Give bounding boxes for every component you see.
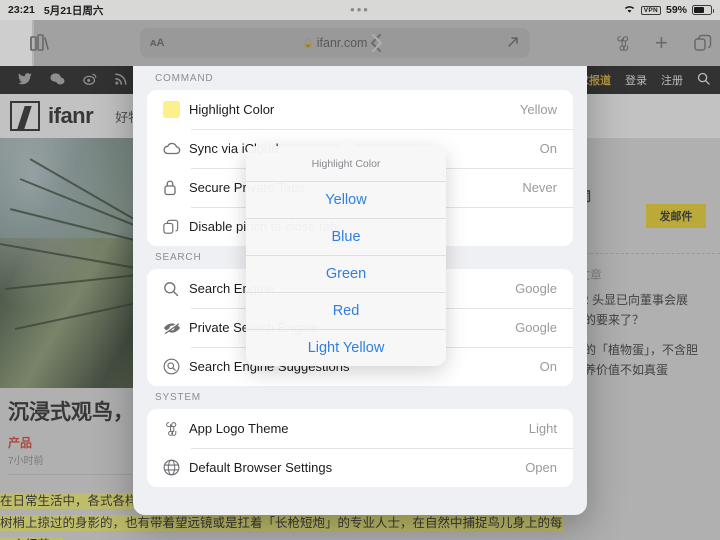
settings-row-value: Light <box>528 421 557 436</box>
popover-title: Highlight Color <box>311 157 381 170</box>
globe-icon <box>163 459 189 476</box>
search-circle-icon <box>163 358 189 375</box>
settings-row-value: Open <box>525 460 557 475</box>
battery-icon <box>692 5 714 15</box>
settings-row-highlight-color[interactable]: Highlight Color Yellow <box>147 90 573 129</box>
settings-row-label: App Logo Theme <box>189 421 289 436</box>
search-icon <box>163 281 189 297</box>
vpn-badge: VPN <box>640 5 661 15</box>
settings-row-value: On <box>539 359 557 374</box>
multitask-handle[interactable]: ••• <box>350 3 370 16</box>
settings-row-label: Default Browser Settings <box>189 460 333 475</box>
popover-option-red[interactable]: Red <box>246 292 446 329</box>
settings-row-value: Never <box>522 180 557 195</box>
cloud-icon <box>163 142 189 155</box>
popover-option-light-yellow[interactable]: Light Yellow <box>246 329 446 366</box>
eye-slash-icon <box>163 321 189 334</box>
settings-row-value: Google <box>515 320 557 335</box>
section-label-system: SYSTEM <box>155 392 201 403</box>
status-time: 23:21 <box>8 4 35 16</box>
status-bar-right: VPN 59% <box>623 4 714 17</box>
settings-row-label: Highlight Color <box>189 102 275 117</box>
settings-row-value: On <box>539 141 557 156</box>
highlight-color-popover: Highlight Color Yellow Blue Green Red Li… <box>246 146 446 366</box>
color-swatch-icon <box>163 101 189 118</box>
popover-option-yellow[interactable]: Yellow <box>246 181 446 218</box>
popover-arrow <box>337 138 357 147</box>
status-bar: 23:21 5月21日周六 ••• VPN 59% <box>0 0 720 20</box>
chevron-right-icon[interactable] <box>34 20 720 66</box>
popover-option-blue[interactable]: Blue <box>246 218 446 255</box>
ipad-screen: 23:21 5月21日周六 ••• VPN 59% ᴀA 🔒ifanr.com <box>0 0 720 540</box>
wifi-icon <box>623 4 636 17</box>
status-date: 5月21日周六 <box>43 4 104 17</box>
popover-option-green[interactable]: Green <box>246 255 446 292</box>
status-bar-left: 23:21 5月21日周六 <box>8 3 103 18</box>
settings-card-system: App Logo Theme Light Default Browser Set… <box>147 409 573 487</box>
safari-toolbar: ᴀA 🔒 ifanr.com + <box>0 20 720 66</box>
tabs-icon <box>163 219 189 235</box>
lock-icon <box>163 179 189 196</box>
settings-row-value: Google <box>515 281 557 296</box>
section-label-command: COMMAND <box>155 73 214 84</box>
settings-row-default-browser[interactable]: Default Browser Settings Open <box>147 448 573 487</box>
battery-percent: 59% <box>665 4 687 16</box>
command-icon <box>163 421 189 437</box>
settings-row-value: Yellow <box>519 102 557 117</box>
settings-row-app-logo-theme[interactable]: App Logo Theme Light <box>147 409 573 448</box>
